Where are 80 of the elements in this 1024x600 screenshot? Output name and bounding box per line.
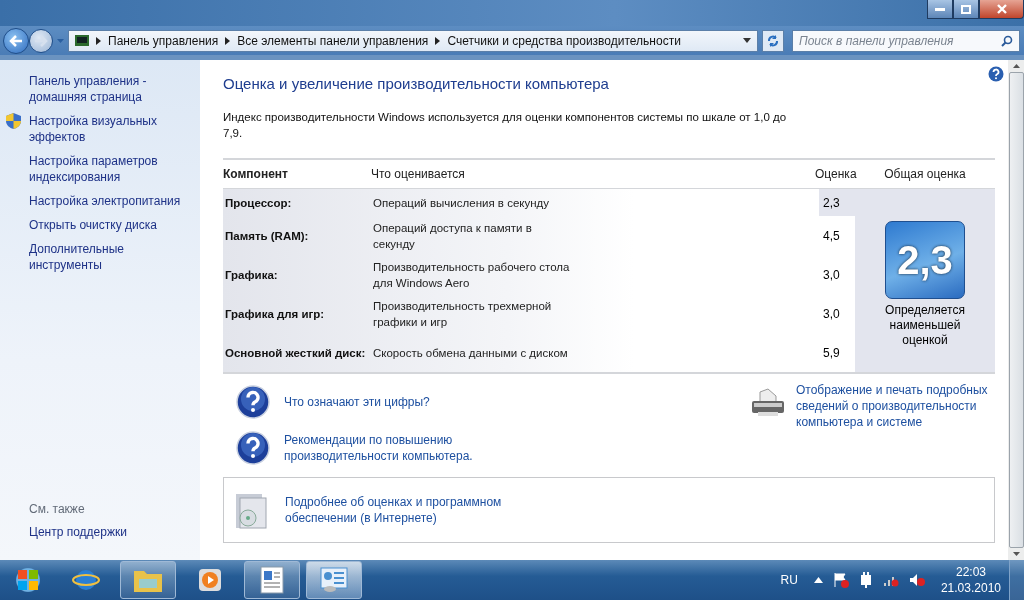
measure-cell-text: Операций вычисления в секунду (373, 195, 550, 211)
breadcrumb[interactable]: Счетчики и средства производительности (447, 33, 681, 48)
refresh-button[interactable] (762, 29, 784, 52)
score-cell-text: 4,5 (822, 227, 841, 245)
print-details-link[interactable]: Отображение и печать подробных сведений о производительности компьютера и системе (796, 382, 995, 430)
scrollbar[interactable] (1008, 60, 1024, 560)
breadcrumb[interactable]: Панель управления (108, 33, 219, 48)
column-header: Что оценивается (371, 167, 466, 181)
taskbar-button[interactable] (306, 561, 362, 599)
address-field[interactable]: Панель управления Все элементы панели управления Счетчики и средства производительности (68, 29, 758, 52)
sidebar-link[interactable]: Центр поддержки (29, 524, 192, 540)
control-panel-icon (75, 35, 89, 46)
sidebar-link[interactable]: Настройка электропитания (29, 193, 192, 209)
back-button[interactable] (3, 27, 29, 54)
component-cell-text: Графика для игр: (225, 307, 326, 320)
measure-cell-text: Производительность рабочего стола для Windows Aero (373, 259, 571, 291)
score-cell-text: 3,0 (822, 266, 841, 284)
back-arrow-icon (9, 34, 23, 47)
close-icon (996, 4, 1007, 14)
score-cell-text: 5,9 (822, 344, 841, 362)
sidebar-link[interactable]: Дополнительные инструменты (29, 241, 192, 273)
show-hidden-icons-icon[interactable] (813, 577, 823, 583)
sidebar-link[interactable]: Настройка параметров индексирования (29, 153, 192, 185)
search-field[interactable]: Поиск в панели управления (792, 29, 1020, 52)
clock-date: 21.03.2010 (940, 580, 1001, 596)
sidebar-link[interactable]: Настройка визуальных эффектов (29, 113, 192, 145)
measure-cell-text: Операций доступа к памяти в секунду (373, 220, 533, 252)
language-indicator[interactable]: RU (780, 573, 798, 587)
control-panel-icon (320, 567, 348, 593)
play-icon (197, 567, 223, 593)
scroll-down-icon[interactable] (1012, 552, 1020, 556)
forward-button[interactable] (29, 28, 53, 53)
refresh-icon (766, 33, 780, 48)
caret-icon[interactable] (743, 38, 751, 43)
online-info-link[interactable]: Подробнее об оценках и программном обеспечении (в Интернете) (285, 494, 515, 526)
measure-cell-text: Производительность трехмерной графики и игр (373, 298, 553, 330)
power-plug-icon[interactable] (858, 572, 873, 588)
document-icon (260, 566, 284, 594)
base-score-badge: 2,3 (885, 221, 965, 299)
search-icon (1001, 34, 1013, 47)
chevron-icon (96, 36, 101, 45)
score-cell-text: 3,0 (822, 305, 841, 323)
breadcrumb[interactable]: Все элементы панели управления (237, 33, 429, 48)
taskbar-button[interactable] (244, 561, 300, 599)
sidebar-link[interactable]: Открыть очистку диска (29, 217, 192, 233)
column-header: Общая оценка (883, 167, 967, 181)
column-header: Компонент (223, 167, 289, 181)
component-cell-text: Основной жесткий диск: (225, 346, 367, 359)
help-icon (236, 431, 270, 465)
help-link[interactable]: Рекомендации по повышению производительности компьютера. (284, 432, 484, 464)
printer-icon (750, 388, 786, 418)
see-also-heading: См. также (28, 502, 86, 516)
close-button[interactable] (979, 0, 1024, 19)
maximize-button[interactable] (953, 0, 979, 19)
minimize-button[interactable] (927, 0, 953, 19)
help-icon[interactable] (988, 66, 1004, 82)
measure-cell-text: Скорость обмена данными с диском (373, 345, 569, 361)
help-link[interactable]: Что означают эти цифры? (284, 394, 484, 410)
score-cell: 2,3 (819, 189, 855, 216)
clock[interactable]: 22:03 21.03.2010 (940, 564, 1001, 596)
minimize-icon (935, 7, 945, 11)
maximize-icon (961, 4, 971, 14)
component-cell-text: Графика: (225, 268, 279, 281)
taskbar-button[interactable] (120, 561, 176, 599)
component-cell-text: Процессор: (225, 196, 293, 209)
page-title: Оценка и увеличение производительности компьютера (223, 75, 610, 92)
base-score-note: Определяется наименьшей оценкой (884, 303, 966, 348)
clock-time: 22:03 (955, 564, 986, 580)
sidebar-link[interactable]: Панель управления - домашняя страница (29, 73, 192, 105)
help-icon (236, 385, 270, 419)
chevron-icon (435, 36, 441, 45)
scroll-up-icon[interactable] (1012, 64, 1020, 68)
description-text: Индекс производительности Windows используется для оценки компонентов системы по шкале от 1,0 до 7,9. (223, 110, 788, 141)
chevron-icon (225, 36, 231, 45)
speaker-muted-icon[interactable] (908, 573, 925, 587)
windows-logo (17, 569, 39, 591)
forward-arrow-icon (34, 34, 48, 47)
column-header: Оценка (815, 167, 855, 181)
flag-icon[interactable] (832, 572, 849, 588)
component-cell-text: Память (RAM): (225, 229, 310, 242)
